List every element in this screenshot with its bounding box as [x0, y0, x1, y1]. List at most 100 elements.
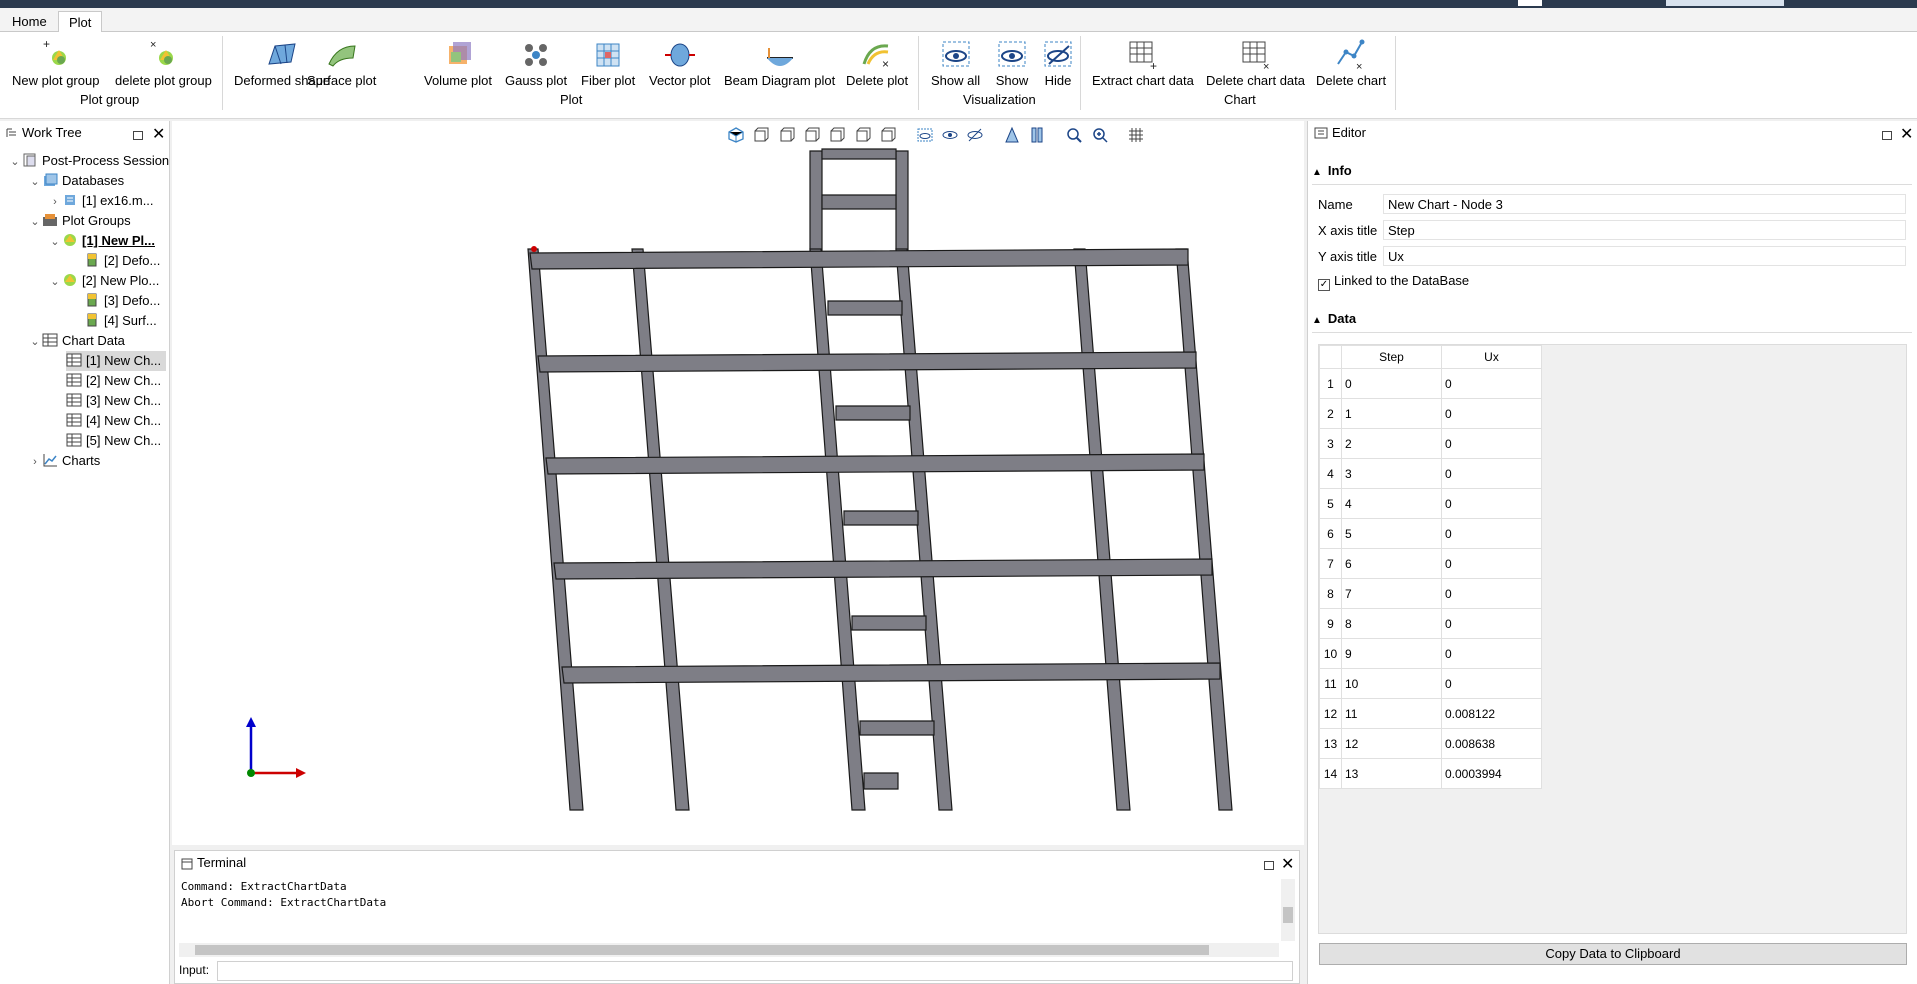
- delete-plot-group-button[interactable]: × delete plot group: [115, 38, 212, 88]
- tree-item-plot-group-1[interactable]: ⌄ [1] New Pl...: [48, 231, 155, 251]
- delete-chart-data-button[interactable]: × Delete chart data: [1206, 38, 1305, 88]
- gauss-plot-button[interactable]: Gauss plot: [505, 38, 567, 88]
- new-plot-group-button[interactable]: + New plot group: [12, 38, 99, 88]
- tree-item-plot-group-2[interactable]: ⌄ [2] New Plo...: [48, 271, 159, 291]
- cell-ux[interactable]: 0: [1441, 578, 1542, 609]
- chevron-down-icon[interactable]: ⌄: [28, 332, 42, 352]
- cell-step[interactable]: 4: [1341, 488, 1442, 519]
- cell-step[interactable]: 5: [1341, 518, 1442, 549]
- tree-item-plot-3[interactable]: [3] Defo...: [84, 291, 160, 311]
- x-axis-title-field[interactable]: Step: [1383, 220, 1906, 240]
- info-section-header[interactable]: ▲ Info: [1312, 163, 1352, 178]
- vector-plot-button[interactable]: Vector plot: [649, 38, 710, 88]
- linked-checkbox[interactable]: ✓: [1318, 279, 1330, 291]
- delete-plot-button[interactable]: × Delete plot: [846, 38, 908, 88]
- scrollbar-thumb[interactable]: [195, 945, 1209, 955]
- cell-ux[interactable]: 0.008638: [1441, 728, 1542, 759]
- tree-item-databases[interactable]: ⌄ Databases: [28, 171, 124, 191]
- tree-item-chart-data[interactable]: ⌄ Chart Data: [28, 331, 124, 352]
- column-header-ux[interactable]: Ux: [1441, 345, 1542, 369]
- table-row[interactable]: 210: [1319, 398, 1542, 429]
- cell-step[interactable]: 7: [1341, 578, 1442, 609]
- tree-item-chart-data-3[interactable]: [3] New Ch...: [66, 391, 161, 411]
- chevron-down-icon[interactable]: ⌄: [28, 212, 42, 232]
- table-row[interactable]: 100: [1319, 368, 1542, 399]
- cell-ux[interactable]: 0: [1441, 518, 1542, 549]
- cell-step[interactable]: 6: [1341, 548, 1442, 579]
- tree-item-charts[interactable]: › Charts: [28, 451, 100, 471]
- cell-ux[interactable]: 0: [1441, 668, 1542, 699]
- name-field[interactable]: New Chart - Node 3: [1383, 194, 1906, 214]
- linked-checkbox-row[interactable]: ✓ Linked to the DataBase: [1318, 273, 1469, 291]
- tree-item-chart-data-5[interactable]: [5] New Ch...: [66, 431, 161, 451]
- column-header-step[interactable]: Step: [1341, 345, 1442, 369]
- cell-ux[interactable]: 0: [1441, 428, 1542, 459]
- cell-step[interactable]: 12: [1341, 728, 1442, 759]
- cell-ux[interactable]: 0: [1441, 488, 1542, 519]
- table-row[interactable]: 320: [1319, 428, 1542, 459]
- chevron-down-icon[interactable]: ⌄: [8, 152, 22, 172]
- beam-diagram-plot-button[interactable]: Beam Diagram plot: [724, 38, 835, 88]
- show-all-button[interactable]: Show all: [931, 38, 980, 88]
- table-row[interactable]: 13 12 0.008638: [1319, 728, 1542, 759]
- cell-step[interactable]: 1: [1341, 398, 1442, 429]
- tree-item-chart-data-4[interactable]: [4] New Ch...: [66, 411, 161, 431]
- tree-item-session[interactable]: ⌄ Post-Process Session: [8, 151, 169, 171]
- cell-ux[interactable]: 0: [1441, 638, 1542, 669]
- cell-step[interactable]: 3: [1341, 458, 1442, 489]
- chevron-down-icon[interactable]: ⌄: [48, 232, 62, 252]
- close-icon[interactable]: ✕: [1281, 854, 1294, 874]
- table-row[interactable]: 760: [1319, 548, 1542, 579]
- table-row[interactable]: 870: [1319, 578, 1542, 609]
- cell-ux[interactable]: 0.008122: [1441, 698, 1542, 729]
- surface-plot-button[interactable]: Surface plot: [307, 38, 376, 88]
- table-row[interactable]: 11 10 0: [1319, 668, 1542, 699]
- cell-ux[interactable]: 0: [1441, 368, 1542, 399]
- tree-item-plot-4[interactable]: [4] Surf...: [84, 311, 157, 331]
- cell-ux[interactable]: 0: [1441, 458, 1542, 489]
- delete-chart-button[interactable]: × Delete chart: [1316, 38, 1386, 88]
- chevron-down-icon[interactable]: ⌄: [48, 272, 62, 292]
- chevron-right-icon[interactable]: ›: [48, 192, 62, 212]
- restore-icon[interactable]: [133, 131, 143, 140]
- 3d-viewport[interactable]: [172, 121, 1304, 845]
- hide-button[interactable]: Hide: [1041, 38, 1075, 88]
- cell-step[interactable]: 8: [1341, 608, 1442, 639]
- cell-step[interactable]: 10: [1341, 668, 1442, 699]
- tab-plot[interactable]: Plot: [58, 11, 103, 32]
- close-icon[interactable]: ✕: [1900, 124, 1913, 144]
- tree-item-plot-groups[interactable]: ⌄ Plot Groups: [28, 211, 130, 232]
- table-row[interactable]: 980: [1319, 608, 1542, 639]
- data-section-header[interactable]: ▲ Data: [1312, 311, 1356, 326]
- horizontal-scrollbar[interactable]: [179, 943, 1279, 957]
- cell-step[interactable]: 11: [1341, 698, 1442, 729]
- restore-icon[interactable]: [1882, 131, 1892, 140]
- cell-ux[interactable]: 0: [1441, 398, 1542, 429]
- table-row[interactable]: 14 13 0.0003994: [1319, 758, 1542, 789]
- extract-chart-data-button[interactable]: + Extract chart data: [1092, 38, 1194, 88]
- table-row[interactable]: 540: [1319, 488, 1542, 519]
- close-icon[interactable]: ✕: [152, 124, 165, 144]
- y-axis-title-field[interactable]: Ux: [1383, 246, 1906, 266]
- copy-data-button[interactable]: Copy Data to Clipboard: [1319, 943, 1907, 965]
- table-row[interactable]: 430: [1319, 458, 1542, 489]
- chevron-right-icon[interactable]: ›: [28, 452, 42, 472]
- scrollbar-thumb[interactable]: [1283, 907, 1293, 923]
- cell-ux[interactable]: 0: [1441, 548, 1542, 579]
- show-button[interactable]: Show: [995, 38, 1029, 88]
- collapse-triangle-icon[interactable]: ▲: [1312, 167, 1322, 178]
- cell-ux[interactable]: 0.0003994: [1441, 758, 1542, 789]
- cell-step[interactable]: 13: [1341, 758, 1442, 789]
- tab-home[interactable]: Home: [2, 11, 57, 32]
- restore-icon[interactable]: [1264, 861, 1274, 870]
- table-row[interactable]: 650: [1319, 518, 1542, 549]
- cell-step[interactable]: 0: [1341, 368, 1442, 399]
- volume-plot-button[interactable]: Volume plot: [424, 38, 492, 88]
- fiber-plot-button[interactable]: Fiber plot: [581, 38, 635, 88]
- vertical-scrollbar[interactable]: [1281, 879, 1295, 941]
- cell-step[interactable]: 2: [1341, 428, 1442, 459]
- tree-item-plot-2[interactable]: [2] Defo...: [84, 251, 160, 271]
- chevron-down-icon[interactable]: ⌄: [28, 172, 42, 192]
- table-row[interactable]: 10 9 0: [1319, 638, 1542, 669]
- table-row[interactable]: 12 11 0.008122: [1319, 698, 1542, 729]
